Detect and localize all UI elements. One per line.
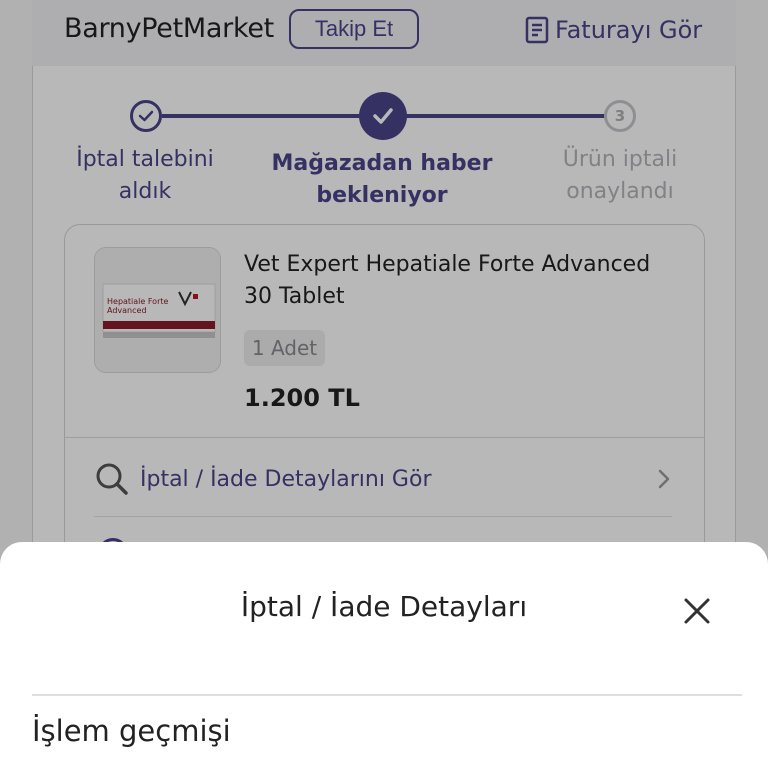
sheet-title: İptal / İade Detayları: [240, 590, 528, 623]
close-icon: [684, 598, 710, 624]
close-button[interactable]: [680, 594, 714, 628]
history-heading: İşlem geçmişi: [32, 714, 231, 748]
sheet-divider: [32, 694, 742, 696]
